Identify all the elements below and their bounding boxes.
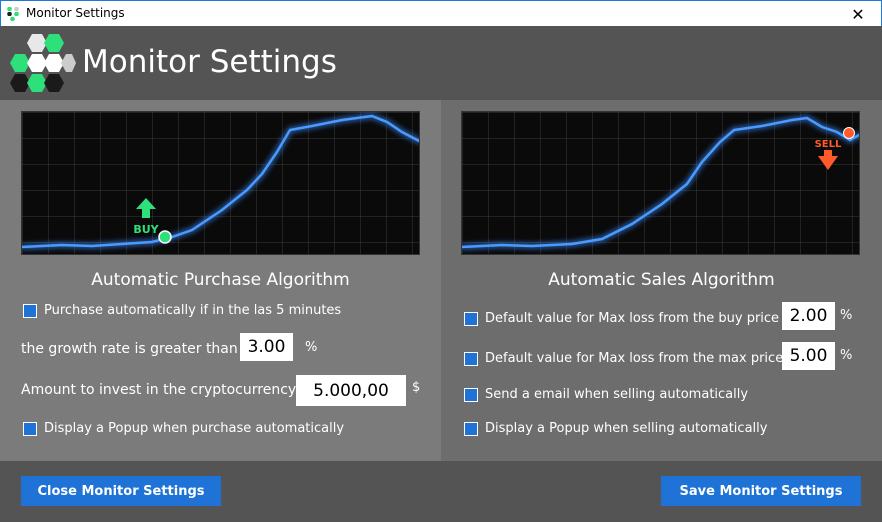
max-loss-checkbox[interactable] [464,351,478,366]
purchase-popup-checkbox[interactable] [23,421,37,436]
max-loss-unit: % [840,348,853,363]
title-bar: Monitor Settings ✕ [0,0,882,26]
purchase-chart: BUY [21,111,420,255]
sales-panel: SELL Automatic Sales Algorithm Default v… [441,100,882,461]
sales-popup-label: Display a Popup when selling automatical… [485,421,768,436]
chart-grid [22,112,419,254]
purchase-auto-option[interactable]: Purchase automatically if in the las 5 m… [23,303,341,318]
window-close-button[interactable]: ✕ [835,1,881,27]
buy-label: BUY [133,223,159,236]
invest-amount-label: Amount to invest in the cryptocurrency [21,382,297,398]
purchase-algorithm-title: Automatic Purchase Algorithm [91,270,350,290]
sell-point [843,127,855,139]
purchase-chart-graphic: BUY [22,112,419,254]
footer: Close Monitor Settings Save Monitor Sett… [0,461,882,522]
max-loss-label: Default value for Max loss from the max … [485,351,784,366]
growth-rate-label: the growth rate is greater than [21,341,238,357]
sales-algorithm-title: Automatic Sales Algorithm [548,270,775,290]
chart-grid [462,112,859,254]
buy-loss-option[interactable]: Default value for Max loss from the buy … [464,311,779,326]
purchase-auto-label: Purchase automatically if in the las 5 m… [44,303,342,318]
growth-rate-input[interactable]: 3.00 [240,333,293,361]
buy-loss-unit: % [840,308,853,323]
email-option[interactable]: Send a email when selling automatically [464,387,748,402]
sales-chart: SELL [461,111,860,255]
sales-popup-checkbox[interactable] [464,421,478,436]
max-loss-input[interactable]: 5.00 [782,342,835,370]
max-loss-option[interactable]: Default value for Max loss from the max … [464,351,783,366]
page-title: Monitor Settings [82,44,337,80]
purchase-panel: BUY Automatic Purchase Algorithm Purchas… [0,100,441,461]
email-label: Send a email when selling automatically [485,387,749,402]
sell-label: SELL [815,139,842,150]
purchase-popup-option[interactable]: Display a Popup when purchase automatica… [23,421,344,436]
invest-amount-unit: $ [412,380,421,395]
purchase-auto-checkbox[interactable] [23,303,37,318]
purchase-popup-label: Display a Popup when purchase automatica… [44,421,345,436]
buy-point [158,230,172,244]
close-icon: ✕ [851,4,865,24]
sales-popup-option[interactable]: Display a Popup when selling automatical… [464,421,767,436]
app-icon [7,7,19,21]
main-content: BUY Automatic Purchase Algorithm Purchas… [0,100,882,461]
window-title: Monitor Settings [26,6,125,20]
growth-rate-unit: % [305,340,318,355]
invest-amount-input[interactable]: 5.000,00 [296,375,406,406]
sales-chart-graphic: SELL [462,112,859,254]
buy-loss-input[interactable]: 2.00 [782,302,835,330]
save-monitor-settings-button[interactable]: Save Monitor Settings [661,476,861,506]
buy-loss-checkbox[interactable] [464,311,478,326]
hexagon-logo-icon [10,34,76,92]
close-monitor-settings-button[interactable]: Close Monitor Settings [21,476,221,506]
header: Monitor Settings [0,26,882,100]
buy-loss-label: Default value for Max loss from the buy … [485,311,780,326]
email-checkbox[interactable] [464,387,478,402]
